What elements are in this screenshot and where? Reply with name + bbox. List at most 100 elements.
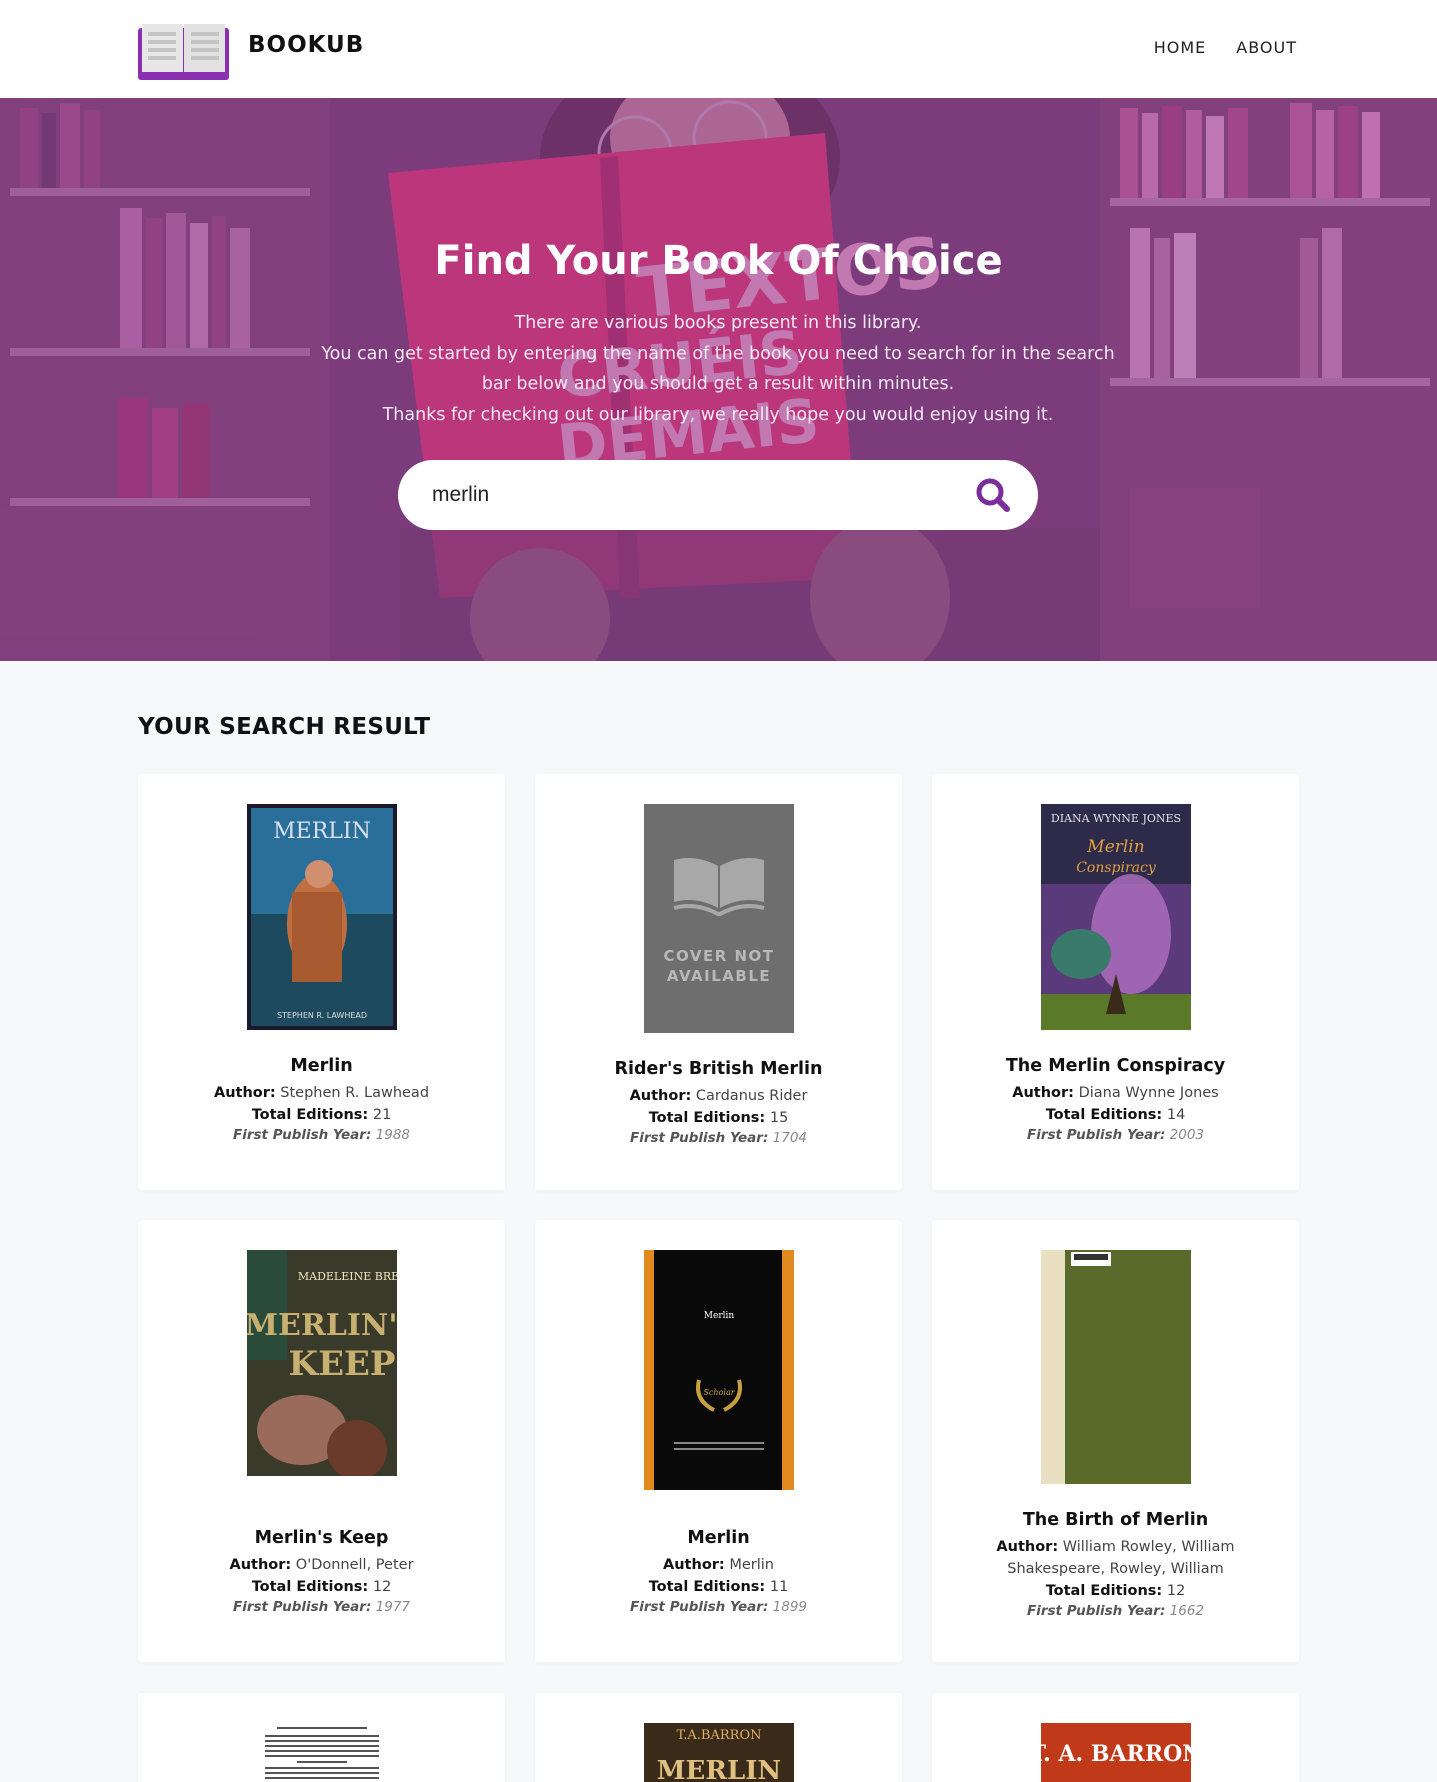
author-label: Author: (229, 1557, 292, 1573)
svg-text:COVER NOT: COVER NOT (663, 947, 774, 965)
year-value: 1899 (772, 1599, 807, 1615)
book-cover-image: T.A.BARRON MERLIN (643, 1723, 794, 1782)
cover-title-text: MERLIN (273, 819, 371, 844)
year-value: 1977 (375, 1599, 410, 1615)
brand-name[interactable]: BOOKUB (248, 32, 364, 58)
year-value: 1662 (1169, 1603, 1204, 1619)
book-title[interactable]: Merlin's Keep (138, 1528, 505, 1548)
editions-label: Total Editions: (251, 1579, 369, 1595)
book-card[interactable]: The Birth of Merlin Author: William Rowl… (932, 1220, 1299, 1662)
book-year: First Publish Year: 2003 (932, 1127, 1299, 1143)
cover-author-text: T. A. BARRON (1041, 1741, 1191, 1767)
editions-value: 12 (1166, 1583, 1186, 1599)
cover-author-text: T.A.BARRON (676, 1728, 761, 1743)
author-value: O'Donnell, Peter (295, 1557, 414, 1573)
editions-label: Total Editions: (251, 1107, 369, 1123)
svg-text:AVAILABLE: AVAILABLE (666, 967, 770, 985)
cover-title-text: MERLIN (656, 1756, 780, 1782)
year-label: First Publish Year: (1027, 1603, 1166, 1619)
book-author: Author: Diana Wynne Jones (932, 1082, 1299, 1104)
book-card[interactable]: T. A. BARRON (932, 1693, 1299, 1782)
book-year: First Publish Year: 1988 (138, 1127, 505, 1143)
book-title[interactable]: Merlin (535, 1528, 902, 1548)
year-value: 2003 (1169, 1127, 1204, 1143)
book-cover-image: Merlin Scholar (643, 1250, 794, 1490)
book-year: First Publish Year: 1899 (535, 1599, 902, 1615)
author-value: Cardanus Rider (695, 1088, 808, 1104)
book-editions: Total Editions: 11 (535, 1579, 902, 1595)
book-title[interactable]: The Birth of Merlin (932, 1510, 1299, 1530)
nav-about-link[interactable]: ABOUT (1236, 38, 1297, 57)
author-value: Diana Wynne Jones (1078, 1085, 1219, 1101)
book-card[interactable] (138, 1693, 505, 1782)
book-author: Author: O'Donnell, Peter (138, 1554, 505, 1576)
cover-author-text: MADELEINE BRENT (297, 1270, 396, 1283)
book-author: Author: Stephen R. Lawhead (138, 1082, 505, 1104)
book-card[interactable]: COVER NOT AVAILABLE Rider's British Merl… (535, 774, 902, 1190)
year-label: First Publish Year: (233, 1127, 372, 1143)
book-card[interactable]: DIANA WYNNE JONES Merlin Conspiracy The … (932, 774, 1299, 1190)
book-editions: Total Editions: 21 (138, 1107, 505, 1123)
author-label: Author: (996, 1539, 1059, 1555)
editions-label: Total Editions: (648, 1579, 766, 1595)
book-logo-icon[interactable] (138, 20, 229, 80)
cover-title-text: Merlin (703, 1311, 734, 1321)
book-editions: Total Editions: 12 (138, 1579, 505, 1595)
search-icon[interactable] (972, 474, 1014, 516)
site-header: BOOKUB HOME ABOUT (0, 0, 1437, 98)
book-author: Author: Merlin (535, 1554, 902, 1576)
svg-text:Scholar: Scholar (703, 1388, 735, 1397)
book-author: Author: William Rowley, William Shakespe… (932, 1536, 1299, 1580)
cover-author-text: DIANA WYNNE JONES (1050, 812, 1180, 825)
author-label: Author: (1012, 1085, 1074, 1101)
results-heading: YOUR SEARCH RESULT (138, 714, 431, 740)
author-label: Author: (663, 1557, 725, 1573)
book-cover-image: DIANA WYNNE JONES Merlin Conspiracy (1040, 804, 1191, 1030)
editions-label: Total Editions: (1045, 1583, 1163, 1599)
hero-title: Find Your Book Of Choice (434, 238, 1003, 284)
main-nav: HOME ABOUT (1154, 38, 1297, 57)
book-editions: Total Editions: 14 (932, 1107, 1299, 1123)
book-year: First Publish Year: 1977 (138, 1599, 505, 1615)
book-cover-image (1040, 1250, 1191, 1484)
book-author: Author: Cardanus Rider (535, 1085, 902, 1107)
editions-value: 15 (769, 1110, 789, 1126)
book-editions: Total Editions: 15 (535, 1110, 902, 1126)
book-title[interactable]: Merlin (138, 1056, 505, 1076)
hero-line-2: You can get started by entering the name… (321, 343, 1115, 395)
book-title[interactable]: The Merlin Conspiracy (932, 1056, 1299, 1076)
author-value: Stephen R. Lawhead (280, 1085, 430, 1101)
cover-not-available-image: COVER NOT AVAILABLE (643, 804, 794, 1033)
book-cover-image: T. A. BARRON (1040, 1723, 1191, 1782)
hero-section: TEXTOS CRUÉIS DEMAIS Find Your Book Of C… (0, 98, 1437, 661)
book-card[interactable]: T.A.BARRON MERLIN (535, 1693, 902, 1782)
svg-text:KEEP: KEEP (288, 1344, 395, 1384)
search-input[interactable] (432, 478, 952, 512)
book-cover-image (256, 1723, 387, 1782)
hero-line-1: There are various books present in this … (514, 313, 922, 333)
book-year: First Publish Year: 1662 (932, 1603, 1299, 1619)
editions-label: Total Editions: (648, 1110, 766, 1126)
year-value: 1704 (772, 1130, 807, 1146)
editions-value: 12 (372, 1579, 392, 1595)
book-card[interactable]: MERLIN STEPHEN R. LAWHEAD Merlin Author:… (138, 774, 505, 1190)
year-value: 1988 (375, 1127, 410, 1143)
book-cover-image: MADELEINE BRENT MERLIN'S KEEP (246, 1250, 397, 1476)
nav-home-link[interactable]: HOME (1154, 38, 1207, 57)
year-label: First Publish Year: (1027, 1127, 1166, 1143)
year-label: First Publish Year: (630, 1599, 769, 1615)
editions-value: 14 (1166, 1107, 1186, 1123)
book-card[interactable]: Merlin Scholar Merlin Author: Merlin Tot… (535, 1220, 902, 1662)
editions-value: 11 (769, 1579, 789, 1595)
search-bar (398, 460, 1038, 530)
book-title[interactable]: Rider's British Merlin (535, 1059, 902, 1079)
author-value: Merlin (729, 1557, 774, 1573)
year-label: First Publish Year: (233, 1599, 372, 1615)
svg-text:MERLIN'S: MERLIN'S (247, 1308, 397, 1343)
svg-text:Conspiracy: Conspiracy (1076, 860, 1157, 876)
year-label: First Publish Year: (630, 1130, 769, 1146)
hero-description: There are various books present in this … (318, 308, 1118, 430)
editions-label: Total Editions: (1045, 1107, 1163, 1123)
book-card[interactable]: MADELEINE BRENT MERLIN'S KEEP Merlin's K… (138, 1220, 505, 1662)
book-year: First Publish Year: 1704 (535, 1130, 902, 1146)
